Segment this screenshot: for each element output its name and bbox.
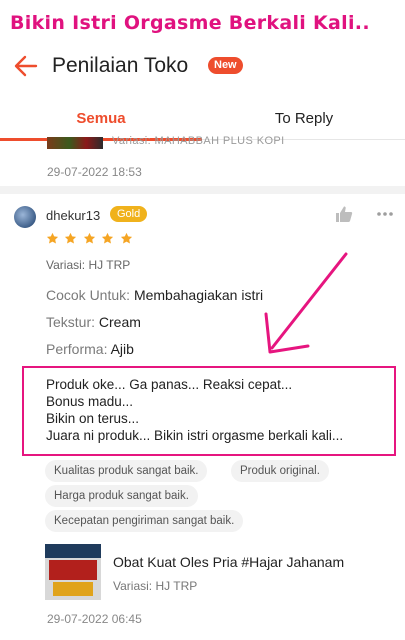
previous-variation: Variasi: MAHABBAH PLUS KOPI <box>112 135 285 147</box>
thumbs-up-icon[interactable] <box>335 205 353 223</box>
rating-stars <box>46 232 134 248</box>
product-name: Obat Kuat Oles Pria #Hajar Jahanam <box>113 554 345 570</box>
caption-overlay: Bikin Istri Orgasme Berkali Kali.. <box>10 12 370 34</box>
avatar[interactable] <box>14 206 36 228</box>
attribute-key: Tekstur: <box>46 314 96 330</box>
review-tag: Kualitas produk sangat baik. <box>45 460 208 482</box>
previous-product-thumbnail <box>47 137 103 149</box>
review-divider <box>0 186 405 194</box>
more-dots-icon[interactable] <box>376 205 394 223</box>
product-thumbnail <box>45 544 101 600</box>
star-icon <box>83 232 95 244</box>
header: Penilaian Toko New <box>0 44 405 94</box>
product-variation: Variasi: HJ TRP <box>113 579 198 593</box>
review-variation: Variasi: HJ TRP <box>46 258 131 272</box>
star-icon <box>102 232 114 244</box>
review-tag: Harga produk sangat baik. <box>45 485 198 507</box>
username[interactable]: dhekur13 <box>46 208 100 223</box>
review-tag: Kecepatan pengiriman sangat baik. <box>45 510 244 532</box>
tab-to-reply[interactable]: To Reply <box>203 100 405 140</box>
star-icon <box>120 232 132 244</box>
previous-review-date: 29-07-2022 18:53 <box>47 165 142 179</box>
review-tag: Produk original. <box>231 460 329 482</box>
annotation-arrow <box>264 252 348 354</box>
tab-bar: Semua To Reply <box>0 100 405 141</box>
attribute-value: Membahagiakan istri <box>133 287 264 303</box>
attribute-performance: Performa: Ajib <box>46 341 134 357</box>
back-arrow-icon[interactable] <box>12 52 40 80</box>
star-icon <box>46 232 59 244</box>
attribute-value: Cream <box>98 314 141 330</box>
product-card[interactable]: Obat Kuat Oles Pria #Hajar Jahanam Varia… <box>45 544 400 604</box>
star-icon <box>65 232 77 244</box>
attribute-key: Performa: <box>46 341 108 357</box>
attribute-value: Ajib <box>110 341 134 357</box>
page-title: Penilaian Toko <box>52 54 189 77</box>
tab-all[interactable]: Semua <box>0 100 202 141</box>
review-comment: Produk oke... Ga panas... Reaksi cepat..… <box>46 377 344 443</box>
attribute-key: Cocok Untuk: <box>46 287 131 303</box>
gold-badge: Gold <box>110 206 148 222</box>
attribute-texture: Tekstur: Cream <box>46 314 141 330</box>
review-date: 29-07-2022 06:45 <box>47 612 142 626</box>
attribute-suitable-for: Cocok Untuk: Membahagiakan istri <box>46 287 263 303</box>
new-badge: New <box>208 57 243 74</box>
